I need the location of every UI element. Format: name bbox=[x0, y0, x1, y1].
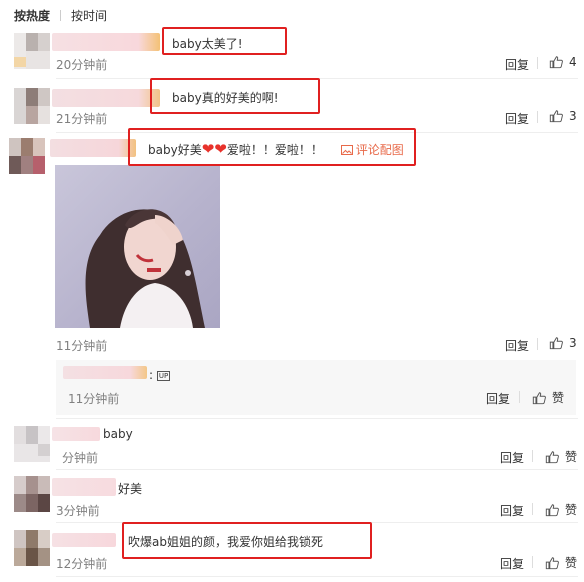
comment-time: 12分钟前 bbox=[56, 557, 108, 571]
avatar[interactable] bbox=[14, 530, 50, 566]
username[interactable] bbox=[52, 89, 160, 107]
like-button[interactable]: 赞 bbox=[532, 389, 564, 406]
divider bbox=[56, 576, 578, 577]
avatar[interactable] bbox=[9, 138, 45, 174]
thumbs-up-icon bbox=[549, 56, 563, 69]
comment-text: 吹爆ab姐姐的颜，我爱你姐给我锁死 bbox=[128, 535, 323, 549]
avatar[interactable] bbox=[14, 33, 50, 69]
comment-text: baby bbox=[103, 427, 133, 441]
divider bbox=[56, 78, 578, 79]
reply-button[interactable]: 回复 bbox=[486, 390, 510, 407]
comment-time: 11分钟前 bbox=[56, 339, 108, 353]
comment-picture-link[interactable]: 评论配图 bbox=[340, 143, 404, 157]
action-divider bbox=[537, 338, 538, 350]
divider bbox=[56, 418, 578, 419]
reply-button[interactable]: 回复 bbox=[500, 449, 524, 466]
image-icon bbox=[340, 145, 353, 155]
like-label: 赞 bbox=[565, 450, 578, 464]
avatar[interactable] bbox=[14, 426, 50, 462]
divider bbox=[56, 522, 578, 523]
sub-reply-username[interactable] bbox=[63, 366, 147, 379]
like-label: 赞 bbox=[565, 503, 578, 517]
avatar[interactable] bbox=[14, 476, 50, 512]
comment-time: 3分钟前 bbox=[56, 504, 100, 518]
like-count: 3 bbox=[569, 336, 577, 350]
photo-illustration bbox=[85, 209, 205, 328]
username[interactable] bbox=[52, 533, 116, 547]
heart-emoji: ❤❤ bbox=[201, 140, 227, 158]
username[interactable] bbox=[52, 427, 100, 441]
comment-text: baby真的好美的啊! bbox=[172, 91, 279, 105]
like-button[interactable]: 赞 bbox=[545, 448, 577, 465]
comment-photo[interactable] bbox=[55, 165, 220, 328]
reply-button[interactable]: 回复 bbox=[505, 110, 529, 127]
like-label: 赞 bbox=[565, 556, 578, 570]
thumbs-up-icon bbox=[545, 503, 559, 516]
up-badge: UP bbox=[156, 371, 171, 381]
like-label: 赞 bbox=[552, 391, 565, 405]
sort-divider bbox=[60, 9, 62, 21]
comment-time: 20分钟前 bbox=[56, 58, 108, 72]
reply-button[interactable]: 回复 bbox=[500, 502, 524, 519]
comment-text: 好美 bbox=[118, 482, 143, 496]
divider bbox=[56, 469, 578, 470]
thumbs-up-icon bbox=[532, 391, 546, 404]
thumbs-up-icon bbox=[545, 556, 559, 569]
comment-text: baby好美❤❤爱啦！！爱啦！！ 评论配图 bbox=[148, 140, 404, 158]
thumbs-up-icon bbox=[549, 337, 563, 350]
avatar[interactable] bbox=[14, 88, 50, 124]
like-button[interactable]: 4 bbox=[549, 55, 577, 69]
sort-bar: 按热度 按时间 bbox=[14, 6, 107, 24]
like-count: 4 bbox=[569, 55, 577, 69]
like-button[interactable]: 3 bbox=[549, 109, 577, 123]
thumbs-up-icon bbox=[545, 450, 559, 463]
username[interactable] bbox=[52, 33, 160, 51]
comment-text: baby太美了! bbox=[172, 37, 243, 51]
reply-button[interactable]: 回复 bbox=[505, 337, 529, 354]
like-button[interactable]: 赞 bbox=[545, 554, 577, 571]
sub-reply-text: : UP bbox=[149, 368, 171, 382]
action-divider bbox=[532, 503, 533, 515]
username[interactable] bbox=[50, 139, 136, 157]
action-divider bbox=[532, 450, 533, 462]
sub-reply: : UP 11分钟前 回复 赞 bbox=[56, 360, 576, 415]
username[interactable] bbox=[52, 478, 116, 496]
like-count: 3 bbox=[569, 109, 577, 123]
thumbs-up-icon bbox=[549, 110, 563, 123]
action-divider bbox=[537, 111, 538, 123]
sub-reply-time: 11分钟前 bbox=[68, 392, 120, 406]
like-button[interactable]: 3 bbox=[549, 336, 577, 350]
like-button[interactable]: 赞 bbox=[545, 501, 577, 518]
action-divider bbox=[532, 556, 533, 568]
reply-button[interactable]: 回复 bbox=[500, 555, 524, 572]
sort-by-time-tab[interactable]: 按时间 bbox=[71, 7, 107, 24]
comment-time: 21分钟前 bbox=[56, 112, 108, 126]
action-divider bbox=[537, 57, 538, 69]
action-divider bbox=[519, 391, 520, 403]
sort-by-hot-tab[interactable]: 按热度 bbox=[14, 7, 50, 24]
divider bbox=[56, 132, 578, 133]
comment-time: 分钟前 bbox=[62, 451, 99, 465]
reply-button[interactable]: 回复 bbox=[505, 56, 529, 73]
